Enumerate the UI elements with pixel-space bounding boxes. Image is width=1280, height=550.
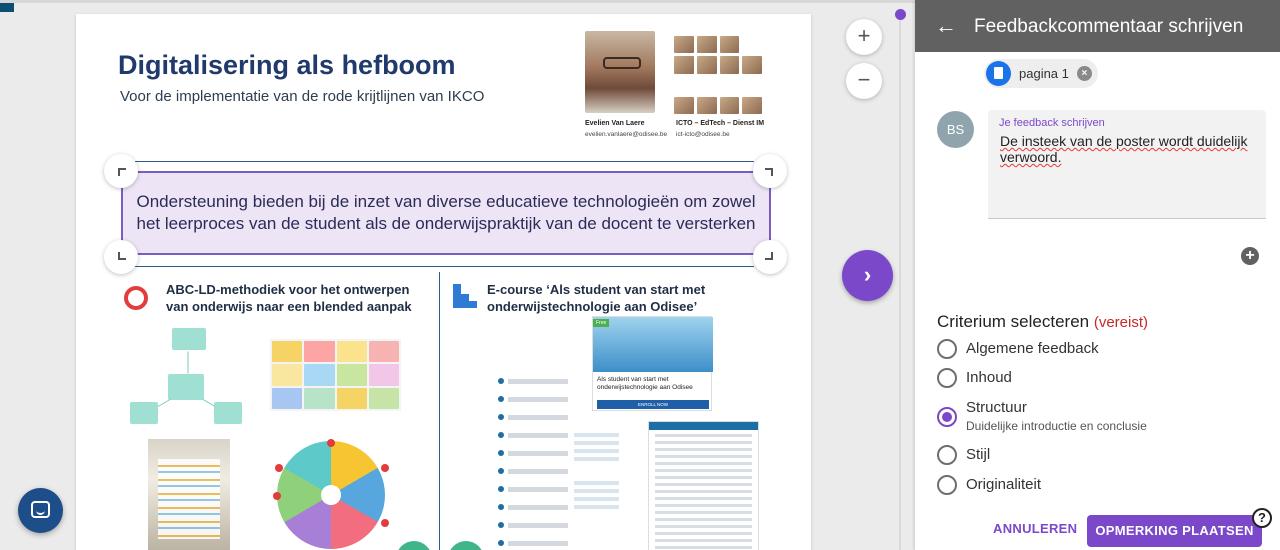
radio-button[interactable] [937,339,957,359]
panel-title: Feedbackcommentaar schrijven [974,16,1244,37]
resize-handle-bottom-left[interactable] [104,240,138,274]
criterium-heading: Criterium selecteren (vereist) [937,312,1148,332]
close-circle-icon[interactable]: × [1076,66,1092,81]
poster-title: Digitalisering als hefboom [118,50,456,80]
column-divider [439,272,440,550]
page-chip-label: pagina 1 [1019,66,1069,81]
learning-types-wheel [277,441,385,549]
poster-subtitle: Voor de implementatie van de rode krijtl… [120,88,485,105]
page-chip[interactable]: pagina 1 × [984,59,1098,88]
workshop-photo [148,439,230,550]
required-marker: (vereist) [1093,314,1149,331]
free-badge: Free [593,319,610,327]
zoom-in-button[interactable]: + [846,19,882,55]
course-outline-diagram [498,371,628,550]
radio-button-selected[interactable] [937,407,957,427]
sticky-note-board [270,339,401,411]
criterium-description: Duidelijke introductie en conclusie [966,419,1147,433]
team-email: ict-icto@odisee.be [676,131,730,138]
wheel-marker [275,464,283,472]
avatar: BS [937,111,974,148]
team-name: ICTO – EdTech – Dienst IM [676,120,765,127]
feedback-text[interactable]: De insteek van de poster wordt duidelijk… [1000,133,1250,165]
poster-page[interactable]: Digitalisering als hefboom Voor de imple… [76,14,811,550]
wheel-marker [327,439,335,447]
wheel-marker [381,519,389,527]
zoom-out-button[interactable]: − [846,63,882,99]
author-email: evelien.vanlaere@odisee.be [585,131,668,138]
odisee-website-screenshot [648,421,759,550]
criterium-option-algemene-feedback[interactable]: Algemene feedback [937,339,1099,359]
help-circle-icon[interactable]: ? [1252,508,1272,528]
poster-badge [396,541,432,550]
resize-handle-top-right[interactable] [753,154,787,188]
chevron-right-icon: › [863,262,872,287]
cancel-button[interactable]: ANNULEREN [993,521,1077,536]
criterium-option-originaliteit[interactable]: Originaliteit [937,475,1041,495]
criterium-option-structuur[interactable]: Structuur Duidelijke introductie en conc… [937,398,1147,433]
wheel-marker [273,492,281,500]
team-photos [674,36,762,114]
criterium-option-stijl[interactable]: Stijl [937,445,990,465]
criterium-label: Inhoud [966,369,1012,386]
resize-handle-top-left[interactable] [104,154,138,188]
radio-button[interactable] [937,445,957,465]
banner-top-rule [122,161,754,162]
feedback-label: Je feedback schrijven [999,117,1105,129]
viewer-top-edge [0,0,915,3]
next-page-button[interactable]: › [842,250,893,301]
feedback-textarea[interactable]: Je feedback schrijven De insteek van de … [988,110,1266,219]
ecourse-image [593,317,713,372]
author-name: Evelien Van Laere [585,120,645,127]
arrow-left-icon[interactable]: ← [933,13,959,39]
criterium-heading-text: Criterium selecteren [937,312,1090,331]
chat-bubble-icon [31,501,50,518]
criterium-label: Structuur [966,399,1027,416]
resize-handle-bottom-right[interactable] [753,240,787,274]
poster-badge [448,541,484,550]
radio-button[interactable] [937,475,957,495]
author-photo [585,31,655,113]
right-column-heading: E-course ‘Als student van start met onde… [487,282,706,314]
page-scroll-thumb[interactable] [895,9,906,20]
add-circle-icon[interactable]: + [1241,247,1259,265]
page-scroll-track[interactable] [899,14,901,550]
submit-comment-button[interactable]: OPMERKING PLAATSEN [1087,515,1262,547]
ring-icon [124,286,148,310]
wheel-marker [381,464,389,472]
stairs-icon [453,284,477,308]
criterium-option-inhoud[interactable]: Inhoud [937,368,1012,388]
poster-banner-text: Ondersteuning bieden bij de inzet van di… [136,192,756,233]
left-column-heading: ABC-LD-methodiek voor het ontwerpen van … [166,282,412,314]
banner-bottom-rule [122,266,754,267]
document-icon [986,61,1011,86]
criterium-label: Algemene feedback [966,340,1099,357]
radio-button[interactable] [937,368,957,388]
chat-button[interactable] [18,488,63,533]
selected-region[interactable]: Ondersteuning bieden bij de inzet van di… [121,171,771,255]
criterium-label: Originaliteit [966,476,1042,493]
panel-header: ← Feedbackcommentaar schrijven [915,0,1280,52]
criterium-label: Stijl [966,446,991,463]
feedback-panel: ← Feedbackcommentaar schrijven pagina 1 … [915,0,1280,550]
